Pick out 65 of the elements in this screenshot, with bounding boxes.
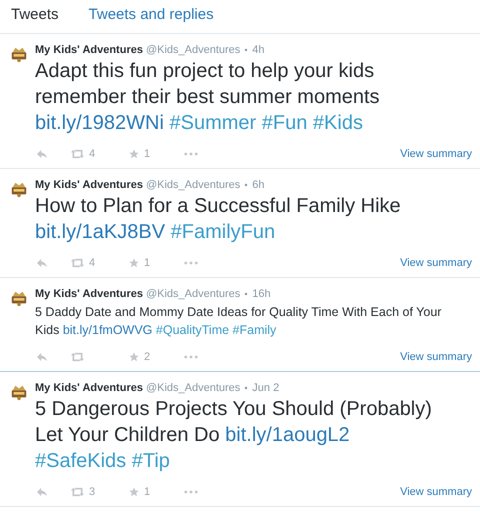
star-icon[interactable]: [128, 487, 140, 497]
hashtag-link[interactable]: #Tip: [132, 450, 170, 472]
tweet-time[interactable]: Jun 2: [252, 382, 280, 394]
hashtag-link[interactable]: #Kids: [312, 112, 363, 134]
tweet-link[interactable]: bit.ly/1aKJ8BV: [35, 221, 166, 243]
retweet-icon[interactable]: [70, 258, 85, 268]
tweet-text: How to Plan for a Successful Family Hike bit.ly/1aKJ8BV #FamilyFun: [35, 194, 402, 245]
tweet-time[interactable]: 6h: [252, 179, 265, 191]
tweet-text: 5 Dangerous Projects You Should (Probably) Let Your Children Do bit.ly/1aougL2 #SafeKids #Tip: [35, 397, 433, 474]
reply-icon[interactable]: [36, 487, 48, 497]
separator-dot-icon: [244, 183, 248, 187]
favorite-count: 2: [144, 351, 150, 363]
author-name[interactable]: My Kids' Adventures: [35, 288, 143, 300]
author-handle: @Kids_Adventures: [146, 179, 240, 191]
view-summary-link[interactable]: View summary: [400, 486, 472, 498]
avatar-icon[interactable]: [10, 383, 28, 401]
retweet-icon[interactable]: [70, 352, 85, 362]
more-icon[interactable]: [184, 490, 198, 494]
author-handle: @Kids_Adventures: [146, 44, 240, 56]
hashtag-link[interactable]: #SafeKids: [35, 450, 126, 472]
tweet-link[interactable]: bit.ly/1fmOWVG: [62, 323, 152, 337]
hashtag-link[interactable]: #Family: [232, 323, 276, 337]
author-name[interactable]: My Kids' Adventures: [35, 179, 143, 191]
tweet-time[interactable]: 4h: [252, 44, 265, 56]
hashtag-link[interactable]: #QualityTime: [156, 323, 230, 337]
retweet-count: 4: [89, 148, 96, 160]
author-handle: @Kids_Adventures: [146, 382, 240, 394]
avatar-icon[interactable]: [10, 45, 28, 63]
reply-icon[interactable]: [36, 352, 48, 362]
retweet-count: 4: [89, 257, 96, 269]
favorite-count: 1: [144, 486, 150, 498]
tab[interactable]: Tweets and replies: [88, 6, 214, 23]
retweet-icon[interactable]: [70, 487, 85, 497]
more-icon[interactable]: [184, 355, 198, 359]
author-name[interactable]: My Kids' Adventures: [35, 44, 143, 56]
retweet-icon[interactable]: [70, 149, 85, 159]
author-handle: @Kids_Adventures: [146, 288, 240, 300]
star-icon[interactable]: [128, 149, 140, 159]
avatar-icon[interactable]: [10, 180, 28, 198]
more-icon[interactable]: [184, 261, 198, 265]
view-summary-link[interactable]: View summary: [400, 351, 472, 363]
hashtag-link[interactable]: #Fun: [262, 112, 308, 134]
tweet-text: Adapt this fun project to help your kids remember their best summer moments bit.ly/1982WNi #Summer #Fun #Kids: [35, 59, 381, 136]
tweet-time[interactable]: 16h: [252, 288, 271, 300]
star-icon[interactable]: [128, 258, 140, 268]
separator-dot-icon: [244, 292, 248, 296]
more-icon[interactable]: [184, 152, 198, 156]
author-name[interactable]: My Kids' Adventures: [35, 382, 143, 394]
reply-icon[interactable]: [36, 149, 48, 159]
retweet-count: 3: [89, 486, 96, 498]
view-summary-link[interactable]: View summary: [400, 148, 472, 160]
favorite-count: 1: [144, 148, 150, 160]
hashtag-link[interactable]: #FamilyFun: [170, 221, 276, 243]
separator-dot-icon: [244, 386, 248, 390]
reply-icon[interactable]: [36, 258, 48, 268]
tweet-link[interactable]: bit.ly/1aougL2: [225, 424, 350, 446]
tab[interactable]: Tweets: [11, 6, 59, 23]
avatar-icon[interactable]: [10, 289, 28, 307]
favorite-count: 1: [144, 257, 150, 269]
separator-dot-icon: [244, 48, 248, 52]
view-summary-link[interactable]: View summary: [400, 257, 472, 269]
tweet-text: 5 Daddy Date and Mommy Date Ideas for Quality Time With Each of Your Kids bit.ly/1fmOWVG #QualityTime #Family: [35, 304, 442, 339]
tweet-link[interactable]: bit.ly/1982WNi: [35, 112, 164, 134]
hashtag-link[interactable]: #Summer: [170, 112, 256, 134]
star-icon[interactable]: [128, 352, 140, 362]
